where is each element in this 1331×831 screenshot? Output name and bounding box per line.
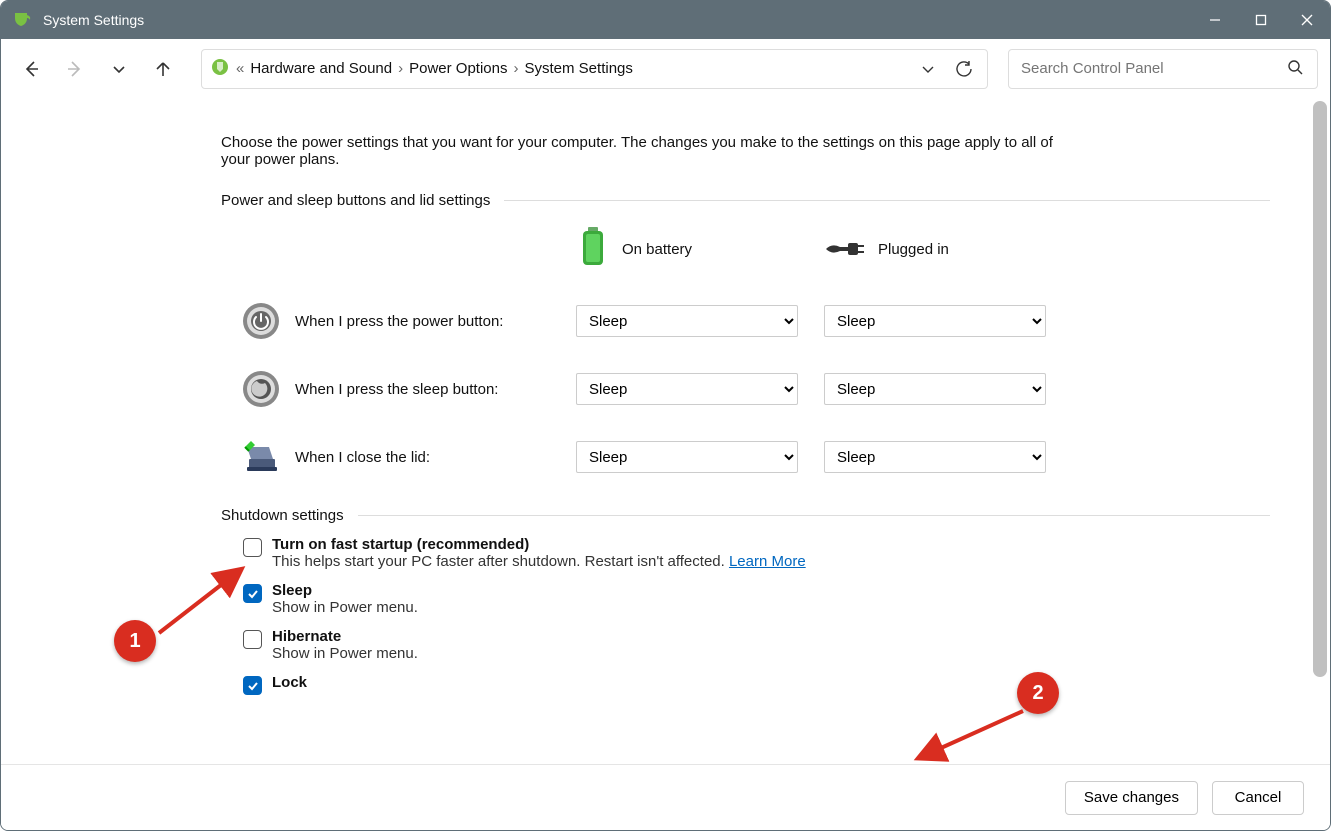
sleep-button-battery-select[interactable]: Sleep <box>576 373 798 405</box>
content-area: Choose the power settings that you want … <box>1 99 1330 764</box>
checkbox-label: Lock <box>272 674 307 691</box>
intro-text: Choose the power settings that you want … <box>221 134 1071 168</box>
minimize-button[interactable] <box>1192 1 1238 39</box>
checkbox-label: Turn on fast startup (recommended) <box>272 536 529 553</box>
chevron-left-icon: « <box>236 60 244 77</box>
close-button[interactable] <box>1284 1 1330 39</box>
checkbox-label: Sleep <box>272 582 312 599</box>
refresh-button[interactable] <box>949 54 979 84</box>
checkbox-icon[interactable] <box>243 630 262 649</box>
laptop-lid-icon <box>241 437 281 477</box>
power-button-battery-select[interactable]: Sleep <box>576 305 798 337</box>
toolbar: « Hardware and Sound › Power Options › S… <box>1 39 1330 99</box>
address-icon <box>210 57 230 81</box>
maximize-button[interactable] <box>1238 1 1284 39</box>
window: System Settings « Hardware and Sound › P… <box>0 0 1331 831</box>
checkbox-fast-startup[interactable]: Turn on fast startup (recommended) This … <box>243 536 1270 570</box>
search-box[interactable] <box>1008 49 1318 89</box>
search-icon <box>1287 59 1307 79</box>
checkbox-hibernate[interactable]: Hibernate Show in Power menu. <box>243 628 1270 662</box>
checkbox-desc: Show in Power menu. <box>272 645 418 662</box>
row-label: When I press the power button: <box>295 313 503 330</box>
section-shutdown: Shutdown settings <box>221 507 1270 524</box>
checkbox-icon[interactable] <box>243 676 262 695</box>
breadcrumb-system-settings[interactable]: System Settings <box>525 60 633 77</box>
power-button-plugged-select[interactable]: Sleep <box>824 305 1046 337</box>
sleep-button-plugged-select[interactable]: Sleep <box>824 373 1046 405</box>
sleep-button-icon <box>241 369 281 409</box>
row-power-button: When I press the power button: Sleep Sle… <box>221 301 1270 341</box>
row-close-lid: When I close the lid: Sleep Sleep <box>221 437 1270 477</box>
titlebar: System Settings <box>1 1 1330 39</box>
up-button[interactable] <box>145 51 181 87</box>
column-headers: On battery Plugged in <box>221 225 1270 273</box>
window-title: System Settings <box>43 12 144 28</box>
recent-locations-button[interactable] <box>101 51 137 87</box>
checkbox-desc: This helps start your PC faster after sh… <box>272 553 729 570</box>
forward-button[interactable] <box>57 51 93 87</box>
checkbox-label: Hibernate <box>272 628 341 645</box>
row-label: When I press the sleep button: <box>295 381 498 398</box>
cancel-button[interactable]: Cancel <box>1212 781 1304 815</box>
breadcrumb-power-options[interactable]: Power Options <box>409 60 507 77</box>
checkbox-desc: Show in Power menu. <box>272 599 418 616</box>
power-button-icon <box>241 301 281 341</box>
app-icon <box>13 10 33 30</box>
row-sleep-button: When I press the sleep button: Sleep Sle… <box>221 369 1270 409</box>
lid-battery-select[interactable]: Sleep <box>576 441 798 473</box>
annotation-badge-2: 2 <box>1017 672 1059 714</box>
scrollbar[interactable] <box>1313 101 1327 677</box>
chevron-right-icon: › <box>398 60 403 77</box>
annotation-badge-1: 1 <box>114 620 156 662</box>
breadcrumb-hardware[interactable]: Hardware and Sound <box>250 60 392 77</box>
footer: Save changes Cancel <box>1 764 1330 830</box>
address-dropdown-button[interactable] <box>913 54 943 84</box>
battery-icon <box>576 225 610 273</box>
lid-plugged-select[interactable]: Sleep <box>824 441 1046 473</box>
save-changes-button[interactable]: Save changes <box>1065 781 1198 815</box>
column-label-plugged: Plugged in <box>878 241 949 258</box>
section-power-buttons: Power and sleep buttons and lid settings <box>221 192 1270 209</box>
back-button[interactable] <box>13 51 49 87</box>
chevron-right-icon: › <box>514 60 519 77</box>
learn-more-link[interactable]: Learn More <box>729 553 806 570</box>
search-input[interactable] <box>1019 59 1287 78</box>
address-bar[interactable]: « Hardware and Sound › Power Options › S… <box>201 49 988 89</box>
checkbox-icon[interactable] <box>243 584 262 603</box>
checkbox-lock[interactable]: Lock <box>243 674 1270 695</box>
checkbox-icon[interactable] <box>243 538 262 557</box>
plug-icon <box>824 235 866 263</box>
row-label: When I close the lid: <box>295 449 430 466</box>
checkbox-sleep[interactable]: Sleep Show in Power menu. <box>243 582 1270 616</box>
column-label-battery: On battery <box>622 241 692 258</box>
